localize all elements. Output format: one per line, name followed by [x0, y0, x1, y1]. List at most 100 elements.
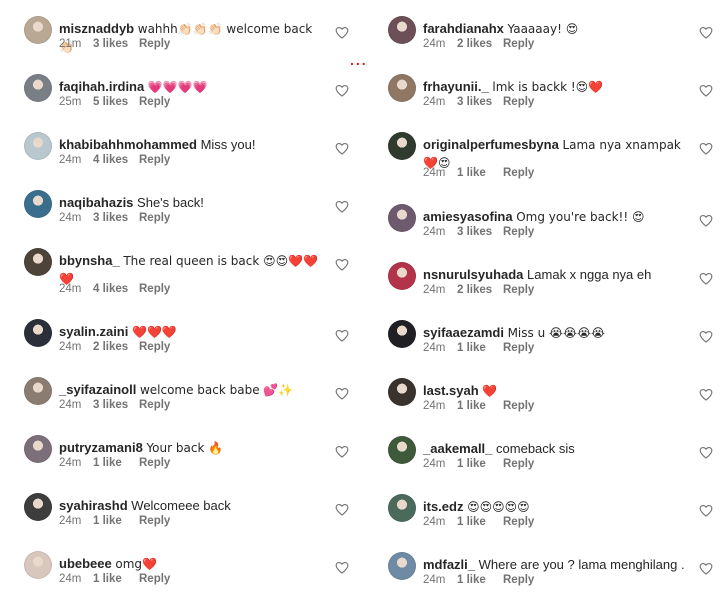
- like-heart-icon[interactable]: [699, 504, 713, 518]
- like-heart-icon[interactable]: [335, 387, 349, 401]
- like-heart-icon[interactable]: [699, 330, 713, 344]
- like-heart-icon[interactable]: [335, 84, 349, 98]
- like-heart-icon[interactable]: [335, 142, 349, 156]
- avatar[interactable]: [24, 74, 52, 102]
- comment-username[interactable]: nsnurulsyuhada: [423, 267, 523, 282]
- avatar[interactable]: [24, 551, 52, 579]
- reply-button[interactable]: Reply: [139, 212, 170, 224]
- reply-button[interactable]: Reply: [139, 515, 170, 527]
- comment-username[interactable]: ubebeee: [59, 556, 112, 571]
- avatar[interactable]: [24, 377, 52, 405]
- avatar[interactable]: [24, 16, 52, 44]
- comment-username[interactable]: syahirashd: [59, 498, 128, 513]
- like-heart-icon[interactable]: [335, 258, 349, 272]
- comment-username[interactable]: farahdianahx: [423, 21, 504, 36]
- like-count[interactable]: 2 likes: [93, 341, 139, 353]
- avatar[interactable]: [388, 74, 416, 102]
- like-heart-icon[interactable]: [335, 329, 349, 343]
- like-count[interactable]: 1 like: [93, 573, 139, 585]
- like-count[interactable]: 3 likes: [93, 38, 139, 50]
- like-count[interactable]: 4 likes: [93, 283, 139, 295]
- reply-button[interactable]: Reply: [503, 284, 534, 296]
- reply-button[interactable]: Reply: [139, 154, 170, 166]
- like-count[interactable]: 1 like: [457, 400, 503, 412]
- comment-username[interactable]: its.edz: [423, 499, 463, 514]
- reply-button[interactable]: Reply: [139, 283, 170, 295]
- reply-button[interactable]: Reply: [139, 38, 170, 50]
- avatar[interactable]: [388, 378, 416, 406]
- avatar[interactable]: [388, 552, 416, 580]
- avatar[interactable]: [388, 204, 416, 232]
- reply-button[interactable]: Reply: [503, 400, 534, 412]
- avatar[interactable]: [24, 190, 52, 218]
- like-heart-icon[interactable]: [335, 561, 349, 575]
- like-count[interactable]: 1 like: [457, 458, 503, 470]
- comment-username[interactable]: faqihah.irdina: [59, 79, 144, 94]
- reply-button[interactable]: Reply: [503, 516, 534, 528]
- like-heart-icon[interactable]: [699, 84, 713, 98]
- reply-button[interactable]: Reply: [503, 38, 534, 50]
- reply-button[interactable]: Reply: [503, 458, 534, 470]
- comment-username[interactable]: misznaddyb: [59, 21, 134, 36]
- like-count[interactable]: 1 like: [457, 342, 503, 354]
- comment-username[interactable]: naqibahazis: [59, 195, 133, 210]
- avatar[interactable]: [24, 248, 52, 276]
- comment-username[interactable]: _syifazainoll: [59, 382, 136, 397]
- like-heart-icon[interactable]: [335, 26, 349, 40]
- like-count[interactable]: 3 likes: [457, 96, 503, 108]
- comment-username[interactable]: syalin.zaini: [59, 324, 128, 339]
- like-count[interactable]: 4 likes: [93, 154, 139, 166]
- comment-username[interactable]: _aakemall_: [423, 441, 492, 456]
- like-count[interactable]: 2 likes: [457, 284, 503, 296]
- like-heart-icon[interactable]: [699, 446, 713, 460]
- comment-username[interactable]: last.syah: [423, 383, 479, 398]
- like-heart-icon[interactable]: [699, 272, 713, 286]
- like-count[interactable]: 5 likes: [93, 96, 139, 108]
- avatar[interactable]: [388, 132, 416, 160]
- like-heart-icon[interactable]: [699, 562, 713, 576]
- comment-username[interactable]: khabibahhmohammed: [59, 137, 197, 152]
- like-heart-icon[interactable]: [335, 503, 349, 517]
- like-count[interactable]: 3 likes: [457, 226, 503, 238]
- comment-username[interactable]: syifaaezamdi: [423, 325, 504, 340]
- comment-username[interactable]: originalperfumesbyna: [423, 137, 559, 152]
- like-heart-icon[interactable]: [699, 142, 713, 156]
- comment-username[interactable]: putryzamani8: [59, 440, 143, 455]
- comment-username[interactable]: mdfazli_: [423, 557, 475, 572]
- like-heart-icon[interactable]: [699, 214, 713, 228]
- reply-button[interactable]: Reply: [503, 574, 534, 586]
- comment-username[interactable]: frhayunii._: [423, 79, 489, 94]
- avatar[interactable]: [388, 262, 416, 290]
- avatar[interactable]: [388, 320, 416, 348]
- reply-button[interactable]: Reply: [503, 226, 534, 238]
- reply-button[interactable]: Reply: [503, 96, 534, 108]
- like-count[interactable]: 2 likes: [457, 38, 503, 50]
- like-heart-icon[interactable]: [335, 445, 349, 459]
- like-count[interactable]: 1 like: [93, 457, 139, 469]
- avatar[interactable]: [388, 16, 416, 44]
- avatar[interactable]: [388, 436, 416, 464]
- reply-button[interactable]: Reply: [139, 573, 170, 585]
- avatar[interactable]: [24, 319, 52, 347]
- reply-button[interactable]: Reply: [139, 399, 170, 411]
- reply-button[interactable]: Reply: [503, 167, 534, 179]
- reply-button[interactable]: Reply: [139, 341, 170, 353]
- avatar[interactable]: [24, 493, 52, 521]
- reply-button[interactable]: Reply: [139, 96, 170, 108]
- like-heart-icon[interactable]: [335, 200, 349, 214]
- avatar[interactable]: [24, 435, 52, 463]
- avatar[interactable]: [388, 494, 416, 522]
- like-count[interactable]: 3 likes: [93, 399, 139, 411]
- reply-button[interactable]: Reply: [139, 457, 170, 469]
- like-count[interactable]: 1 like: [457, 167, 503, 179]
- like-count[interactable]: 1 like: [457, 516, 503, 528]
- like-count[interactable]: 1 like: [457, 574, 503, 586]
- avatar[interactable]: [24, 132, 52, 160]
- comment-username[interactable]: amiesyasofina: [423, 209, 513, 224]
- like-heart-icon[interactable]: [699, 26, 713, 40]
- like-heart-icon[interactable]: [699, 388, 713, 402]
- comment-username[interactable]: bbynsha_: [59, 253, 120, 268]
- reply-button[interactable]: Reply: [503, 342, 534, 354]
- like-count[interactable]: 1 like: [93, 515, 139, 527]
- like-count[interactable]: 3 likes: [93, 212, 139, 224]
